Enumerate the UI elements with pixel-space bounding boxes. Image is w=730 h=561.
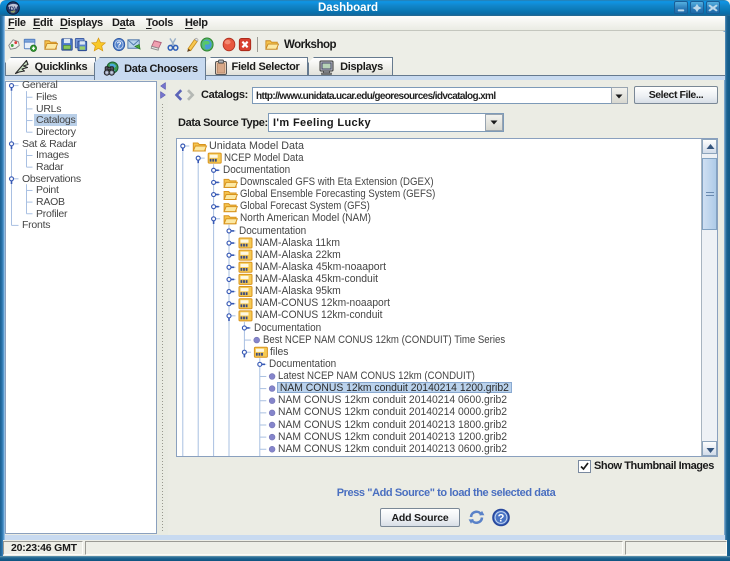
svg-text:?: ? [498, 512, 505, 524]
